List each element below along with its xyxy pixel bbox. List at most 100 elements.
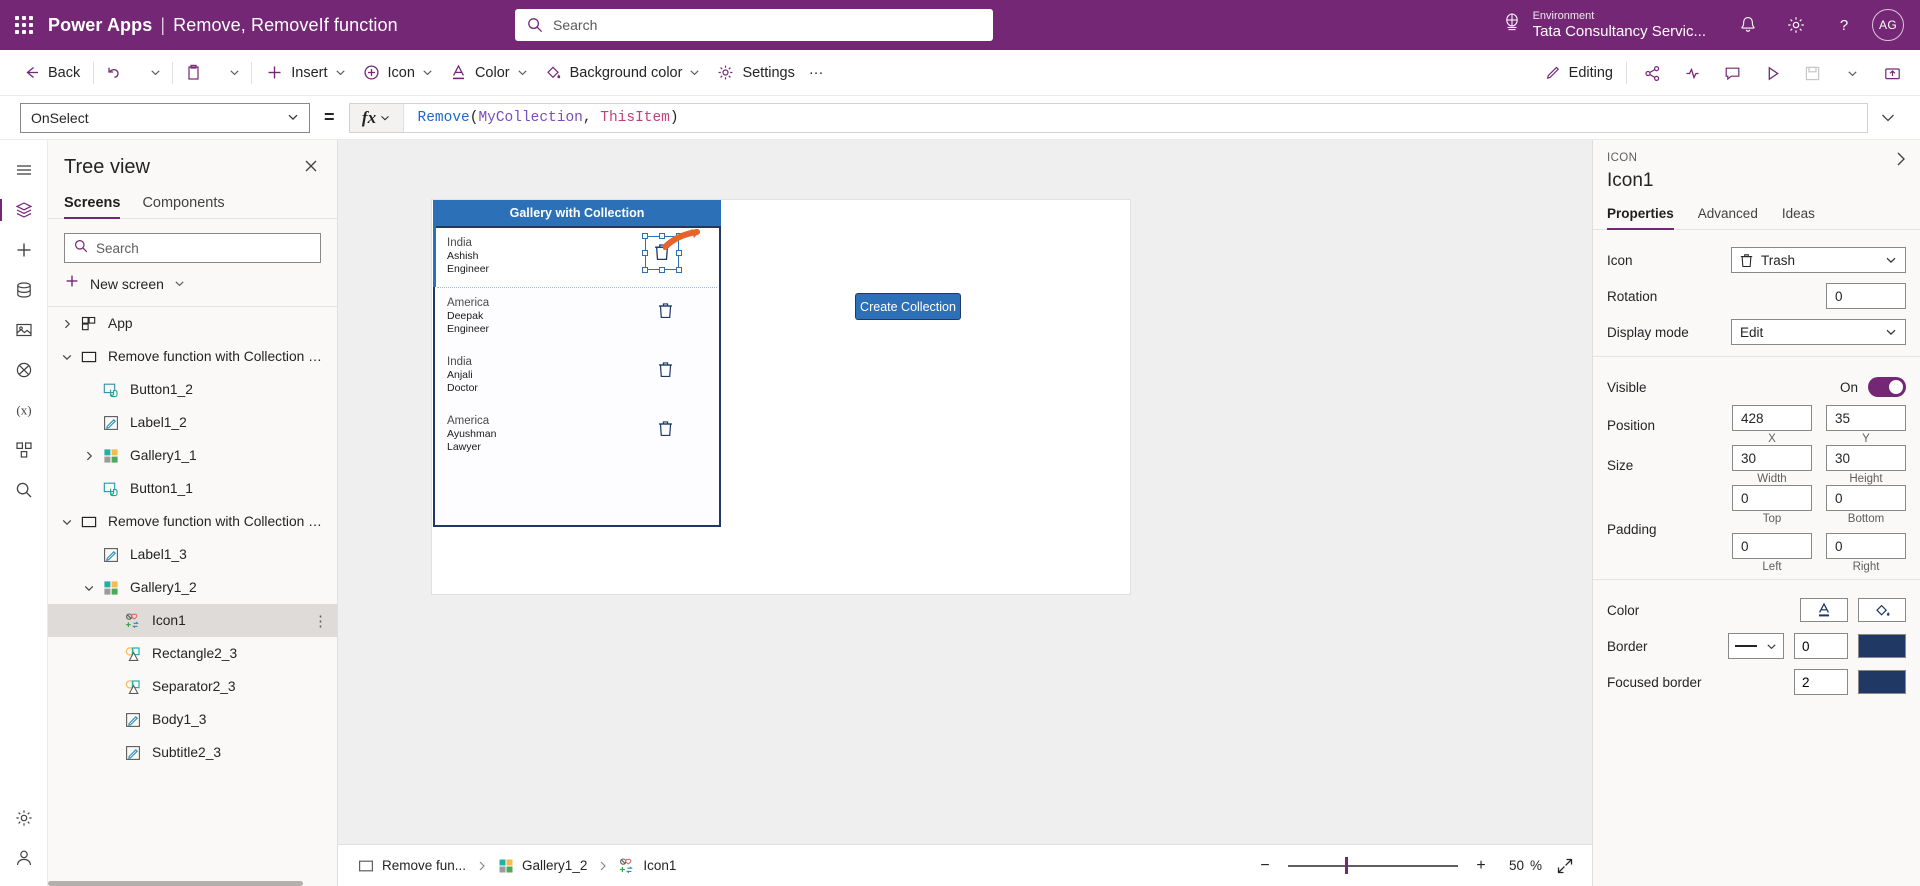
chevron-down-icon[interactable] <box>56 351 78 363</box>
padding-right-input[interactable]: 0 <box>1826 533 1906 559</box>
gallery-row[interactable]: America Deepak Engineer <box>435 288 719 347</box>
avatar[interactable]: AG <box>1872 9 1904 41</box>
fx-button[interactable]: fx <box>349 103 404 132</box>
undo-dropdown[interactable] <box>137 57 167 89</box>
back-button[interactable]: Back <box>14 57 88 89</box>
tab-properties[interactable]: Properties <box>1607 206 1674 230</box>
gallery-row[interactable]: America Ayushman Lawyer <box>435 406 719 465</box>
breadcrumb-gallery[interactable]: Gallery1_2 <box>492 854 593 878</box>
editing-mode-button[interactable]: Editing <box>1536 57 1621 89</box>
save-dropdown-icon[interactable] <box>1832 57 1872 89</box>
rotation-input[interactable]: 0 <box>1826 283 1906 309</box>
zoom-in-button[interactable]: + <box>1468 853 1494 879</box>
visible-toggle[interactable] <box>1868 377 1906 397</box>
gallery-row[interactable]: India Anjali Doctor <box>435 347 719 406</box>
rail-power-automate-icon[interactable] <box>4 350 44 390</box>
insert-button[interactable]: Insert <box>257 57 353 89</box>
size-height-input[interactable]: 30 <box>1826 445 1906 471</box>
tab-components[interactable]: Components <box>142 195 224 218</box>
chevron-down-icon[interactable] <box>78 582 100 594</box>
position-y-input[interactable]: 35 <box>1826 405 1906 431</box>
zoom-out-button[interactable]: − <box>1252 853 1278 879</box>
rail-media-icon[interactable] <box>4 310 44 350</box>
tree-node-label1-3[interactable]: Label1_3⋮ <box>48 538 337 571</box>
padding-top-input[interactable]: 0 <box>1732 485 1812 511</box>
tree-node-button1-1[interactable]: Button1_1⋮ <box>48 472 337 505</box>
icon-button[interactable]: Icon <box>354 57 441 89</box>
play-preview-icon[interactable] <box>1752 57 1792 89</box>
chevron-right-icon[interactable] <box>1892 150 1910 173</box>
tree-node-app[interactable]: App⋮ <box>48 307 337 340</box>
settings-button[interactable]: Settings <box>708 57 802 89</box>
tree-node-more-icon[interactable]: ⋮ <box>313 612 329 630</box>
rail-settings-icon[interactable] <box>4 798 44 838</box>
app-launcher-icon[interactable] <box>0 16 48 34</box>
size-width-input[interactable]: 30 <box>1732 445 1812 471</box>
create-collection-button[interactable]: Create Collection <box>856 294 960 319</box>
padding-left-input[interactable]: 0 <box>1732 533 1812 559</box>
overflow-button[interactable]: ··· <box>803 57 830 89</box>
trash-icon[interactable] <box>658 361 673 383</box>
paste-button[interactable] <box>178 57 216 89</box>
comments-icon[interactable] <box>1712 57 1752 89</box>
gallery-row[interactable]: India Ashish Engineer <box>433 226 719 287</box>
paste-dropdown[interactable] <box>216 57 246 89</box>
rail-variables-icon[interactable]: (x) <box>4 390 44 430</box>
formula-input-wrap[interactable]: fx Remove(MyCollection, ThisItem) <box>348 102 1868 133</box>
display-mode-select[interactable]: Edit <box>1731 319 1906 345</box>
check-app-icon[interactable] <box>1672 57 1712 89</box>
breadcrumb-icon-control[interactable]: Icon1 <box>613 854 682 878</box>
tree-node-label1-2[interactable]: Label1_2⋮ <box>48 406 337 439</box>
formula-expand-icon[interactable] <box>1868 109 1908 127</box>
tree-search-input[interactable] <box>96 240 311 256</box>
chevron-down-icon[interactable] <box>56 516 78 528</box>
chevron-right-icon[interactable] <box>78 450 100 462</box>
icon-select[interactable]: Trash <box>1731 247 1906 273</box>
selected-trash-icon[interactable] <box>642 229 700 273</box>
breadcrumb-screen[interactable]: Remove fun... <box>352 854 472 878</box>
rail-search-icon[interactable] <box>4 470 44 510</box>
share-icon[interactable] <box>1632 57 1672 89</box>
gallery-control[interactable]: Gallery with Collection India Ashish Eng… <box>433 200 721 527</box>
search-input[interactable] <box>553 17 981 33</box>
border-color-swatch[interactable] <box>1858 634 1906 658</box>
property-selector[interactable]: OnSelect <box>20 102 310 133</box>
help-icon[interactable]: ? <box>1820 0 1868 50</box>
border-style-select[interactable] <box>1728 633 1784 659</box>
app-screen[interactable]: Gallery with Collection India Ashish Eng… <box>432 200 1130 594</box>
notifications-bell-icon[interactable] <box>1724 0 1772 50</box>
tree-node-icon1[interactable]: Icon1 ⋮ <box>48 604 337 637</box>
tab-advanced[interactable]: Advanced <box>1698 206 1758 229</box>
font-color-button[interactable] <box>1800 598 1848 622</box>
undo-button[interactable] <box>99 57 137 89</box>
rail-data-icon[interactable] <box>4 270 44 310</box>
fill-color-button[interactable] <box>1858 598 1906 622</box>
rail-components-icon[interactable] <box>4 430 44 470</box>
tree-node-button1-2[interactable]: Button1_2⋮ <box>48 373 337 406</box>
trash-icon[interactable] <box>658 420 673 442</box>
environment-picker[interactable]: Environment Tata Consultancy Servic... <box>1501 10 1706 40</box>
tree-node-separator2-3[interactable]: Separator2_3⋮ <box>48 670 337 703</box>
tree-node-remove-function-with-collection-part-2[interactable]: Remove function with Collection Part 2⋮ <box>48 505 337 538</box>
global-search[interactable] <box>515 9 993 41</box>
tree-node-remove-function-with-collection-part-1[interactable]: Remove function with Collection Part 1⋮ <box>48 340 337 373</box>
position-x-input[interactable]: 428 <box>1732 405 1812 431</box>
close-icon[interactable] <box>301 156 321 181</box>
rail-tree-view-icon[interactable] <box>4 190 44 230</box>
color-button[interactable]: Color <box>441 57 536 89</box>
padding-bottom-input[interactable]: 0 <box>1826 485 1906 511</box>
tree-node-rectangle2-3[interactable]: Rectangle2_3⋮ <box>48 637 337 670</box>
rail-menu-icon[interactable] <box>4 150 44 190</box>
rail-insert-icon[interactable] <box>4 230 44 270</box>
trash-icon[interactable] <box>658 302 673 324</box>
background-color-button[interactable]: Background color <box>536 57 709 89</box>
formula-text[interactable]: Remove(MyCollection, ThisItem) <box>404 110 679 126</box>
zoom-slider[interactable] <box>1287 856 1458 876</box>
tab-ideas[interactable]: Ideas <box>1782 206 1815 229</box>
tree-node-body1-3[interactable]: Body1_3⋮ <box>48 703 337 736</box>
tree-node-gallery1-2[interactable]: Gallery1_2⋮ <box>48 571 337 604</box>
publish-icon[interactable] <box>1872 57 1912 89</box>
settings-gear-icon[interactable] <box>1772 0 1820 50</box>
border-width-input[interactable]: 0 <box>1794 633 1848 659</box>
rail-account-icon[interactable] <box>4 838 44 878</box>
